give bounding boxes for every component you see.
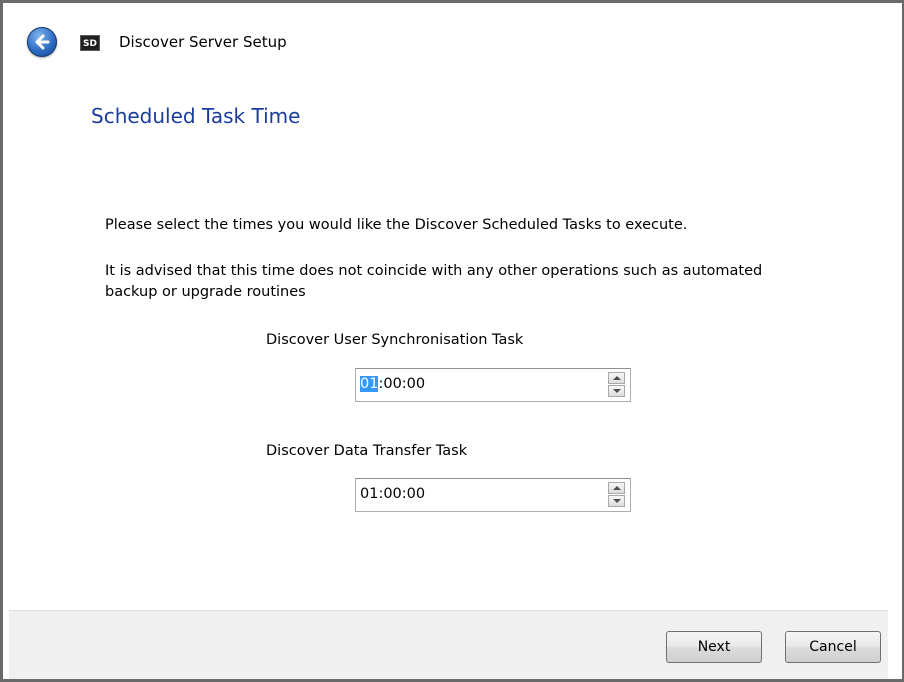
data-transfer-time-input[interactable]: 01:00:00	[355, 478, 631, 512]
back-arrow-icon	[35, 34, 50, 50]
chevron-down-icon	[613, 499, 621, 503]
user-sync-time-spinner[interactable]	[608, 372, 627, 398]
user-sync-time-value: 01:00:00	[360, 376, 425, 392]
user-sync-task-label: Discover User Synchronisation Task	[266, 332, 524, 348]
back-button[interactable]	[27, 27, 57, 57]
app-icon: SD	[80, 35, 100, 51]
decrement-button[interactable]	[608, 385, 625, 397]
wizard-window: SD Discover Server Setup Scheduled Task …	[0, 0, 904, 682]
wizard-content: SD Discover Server Setup Scheduled Task …	[9, 9, 888, 679]
increment-button[interactable]	[608, 372, 625, 384]
data-transfer-time-value: 01:00:00	[360, 486, 426, 502]
time-remainder-text: :00:00	[378, 376, 426, 392]
increment-button[interactable]	[608, 482, 625, 494]
page-title: Scheduled Task Time	[91, 104, 301, 128]
chevron-down-icon	[613, 389, 621, 393]
data-transfer-time-spinner[interactable]	[608, 482, 627, 508]
decrement-button[interactable]	[608, 495, 625, 507]
button-bar: Next Cancel	[9, 610, 888, 679]
next-button[interactable]: Next	[666, 631, 762, 663]
window-title: Discover Server Setup	[119, 33, 287, 51]
cancel-button[interactable]: Cancel	[785, 631, 881, 663]
instruction-text: Please select the times you would like t…	[105, 217, 688, 233]
user-sync-time-input[interactable]: 01:00:00	[355, 368, 631, 402]
advice-text-line1: It is advised that this time does not co…	[105, 263, 763, 279]
advice-text-line2: backup or upgrade routines	[105, 284, 306, 300]
selected-hour-text: 01	[360, 376, 379, 392]
chevron-up-icon	[613, 376, 621, 380]
chevron-up-icon	[613, 486, 621, 490]
title-bar: SD Discover Server Setup	[9, 9, 888, 71]
data-transfer-task-label: Discover Data Transfer Task	[266, 443, 468, 459]
